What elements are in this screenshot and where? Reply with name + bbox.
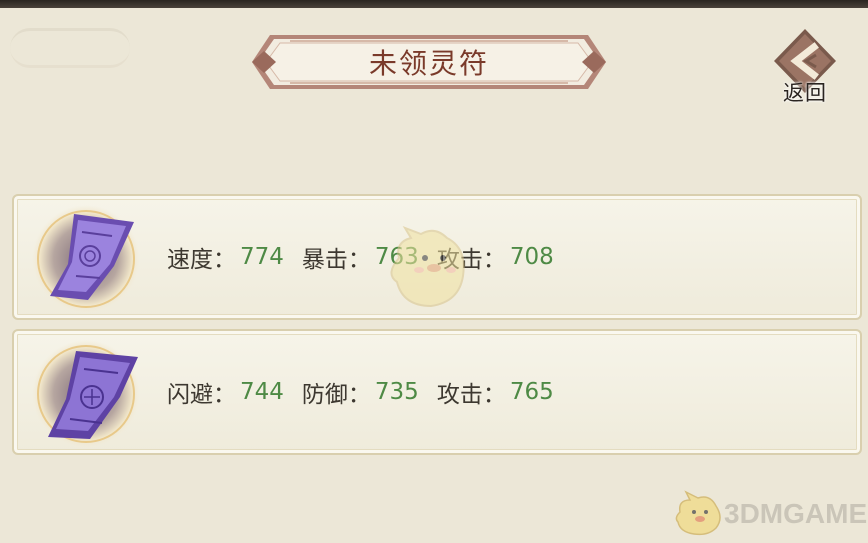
stat-separator: ： (213, 247, 236, 273)
stat-value: 774 (240, 244, 284, 270)
title-banner: 未领灵符 (250, 31, 608, 93)
stat-value: 765 (509, 379, 554, 405)
talisman-scroll-icon (32, 205, 140, 313)
talisman-card-2[interactable]: 闪避： 744 防御： 735 攻击： 765 (12, 329, 862, 455)
stat-value: 744 (240, 379, 284, 405)
watermark-text: 3DMGAME (724, 498, 868, 529)
top-edge-bar (0, 0, 868, 8)
stat-label: 防御 (301, 382, 348, 408)
talisman-card-1[interactable]: 速度： 774 暴击： 763 攻击： 708 (12, 194, 862, 320)
stat-label: 暴击 (301, 247, 348, 273)
stat-separator: ： (213, 382, 236, 408)
stat-label: 攻击 (436, 247, 483, 273)
site-watermark: 3DMGAME (672, 490, 867, 538)
stat-dodge: 闪避： 744 (167, 375, 284, 409)
stat-value: 708 (509, 244, 554, 270)
stat-separator: ： (482, 247, 506, 273)
stat-attack: 攻击： 708 (437, 240, 554, 274)
stat-label: 闪避 (167, 382, 213, 408)
stat-separator: ： (347, 247, 371, 273)
stat-speed: 速度： 774 (167, 240, 284, 274)
talisman-stats: 闪避： 744 防御： 735 攻击： 765 (167, 331, 554, 453)
stat-value: 763 (374, 244, 419, 270)
stat-label: 速度 (167, 247, 213, 273)
talisman-scroll-icon (32, 340, 140, 448)
stat-attack: 攻击： 765 (437, 375, 554, 409)
stat-label: 攻击 (436, 382, 483, 408)
page-title: 未领灵符 (368, 47, 489, 80)
back-label: 返回 (783, 81, 827, 105)
background-decoration (10, 28, 130, 68)
stat-separator: ： (482, 382, 506, 408)
back-button[interactable]: 返回 (770, 27, 840, 107)
stat-crit: 暴击： 763 (302, 240, 419, 274)
stat-defense: 防御： 735 (302, 375, 419, 409)
mascot-logo-icon (675, 490, 721, 536)
talisman-stats: 速度： 774 暴击： 763 攻击： 708 (167, 196, 554, 318)
stat-value: 735 (374, 379, 419, 405)
stat-separator: ： (347, 382, 371, 408)
